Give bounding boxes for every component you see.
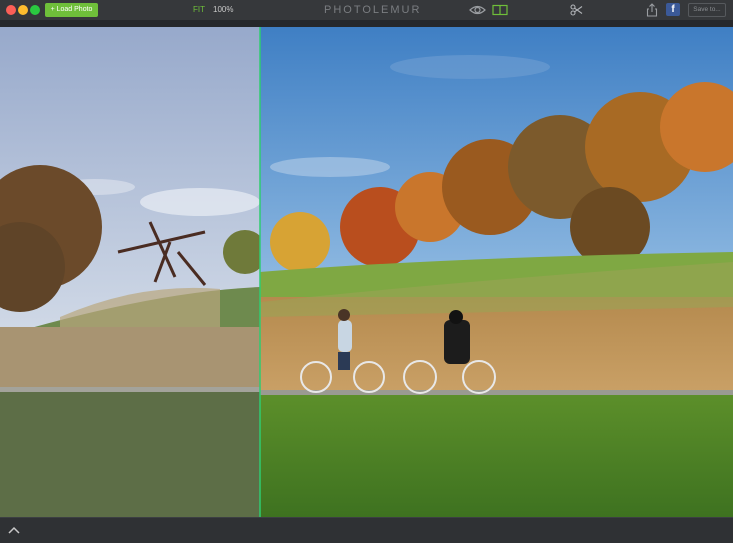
original-photo	[0, 27, 260, 517]
app-title: PHOTOLEMUR	[324, 4, 422, 16]
zoom-100-button[interactable]: 100%	[213, 5, 233, 14]
minimize-window-button[interactable]	[18, 5, 28, 15]
chevron-up-icon[interactable]	[3, 521, 25, 541]
close-window-button[interactable]	[6, 5, 16, 15]
scissors-icon[interactable]	[570, 3, 583, 17]
load-photo-button[interactable]: + Load Photo	[45, 3, 98, 17]
photo-viewport[interactable]	[0, 27, 733, 517]
eye-icon[interactable]	[469, 3, 486, 17]
facebook-icon[interactable]: f	[666, 3, 680, 16]
title-bar: + Load Photo FIT 100% PHOTOLEMUR f Save …	[0, 0, 733, 20]
photo-canvas	[0, 27, 733, 517]
bottom-bar	[0, 517, 733, 543]
toolbar-separator	[0, 20, 733, 27]
fit-zoom-button[interactable]: FIT	[193, 5, 205, 14]
save-to-button[interactable]: Save to...	[688, 3, 726, 17]
share-icon[interactable]	[646, 3, 658, 17]
zoom-window-button[interactable]	[30, 5, 40, 15]
split-view-icon[interactable]	[492, 3, 508, 17]
